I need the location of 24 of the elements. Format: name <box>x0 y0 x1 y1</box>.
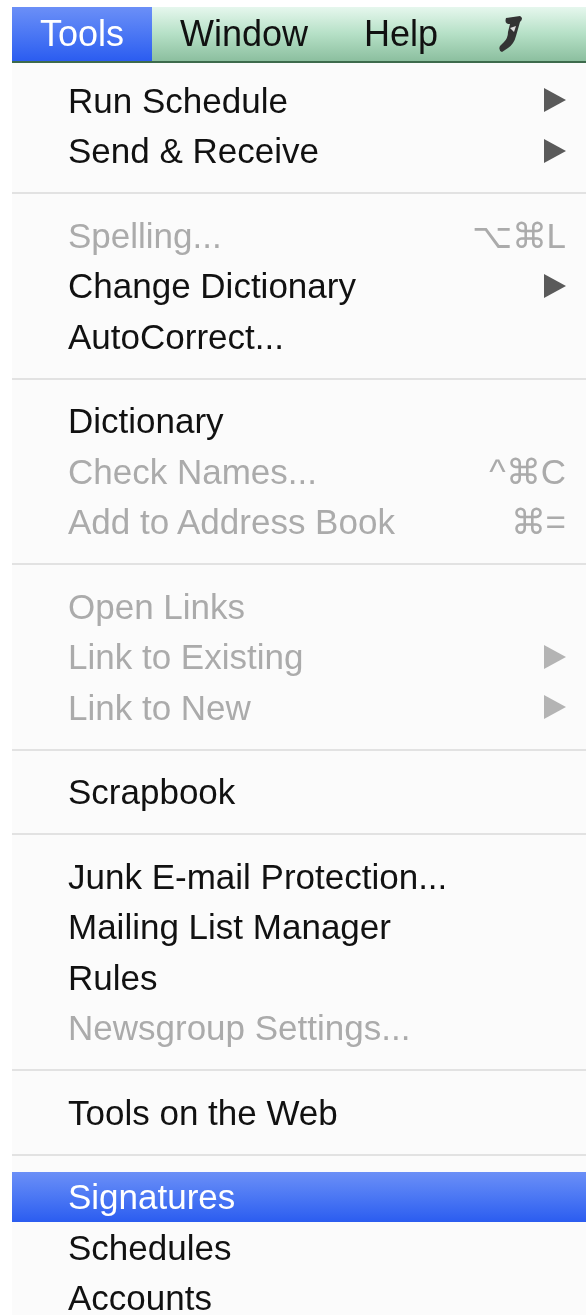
menu-item[interactable]: Junk E-mail Protection... <box>12 851 586 902</box>
menu-bar-item[interactable]: Tools <box>12 7 153 61</box>
menu-item[interactable]: Accounts <box>12 1272 586 1315</box>
submenu-arrow-icon <box>544 88 566 113</box>
menu-bar-item[interactable]: Help <box>336 7 467 61</box>
keyboard-shortcut: ⌥⌘L <box>471 217 566 253</box>
menu-item[interactable]: AutoCorrect... <box>12 311 586 362</box>
menu-item[interactable]: Mailing List Manager <box>12 901 586 952</box>
submenu-arrow-icon <box>544 138 566 163</box>
menu-item[interactable]: Signatures <box>12 1171 586 1222</box>
menu-item[interactable]: Schedules <box>12 1222 586 1273</box>
submenu-arrow-icon <box>544 644 566 669</box>
menu-item[interactable]: Scrapbook <box>12 766 586 817</box>
keyboard-shortcut: ⌘= <box>510 504 566 540</box>
keyboard-shortcut: ^⌘C <box>489 453 566 489</box>
menu-item[interactable]: Change Dictionary <box>12 260 586 311</box>
menu-item[interactable]: Send & Receive <box>12 125 586 176</box>
menu-bar-item[interactable]: Window <box>152 7 337 61</box>
submenu-arrow-icon <box>544 695 566 720</box>
menu-item[interactable]: Run Schedule <box>12 75 586 126</box>
menu-item[interactable]: Dictionary <box>12 395 586 446</box>
menu-item[interactable]: Rules <box>12 952 586 1003</box>
menu-item[interactable]: Tools on the Web <box>12 1087 586 1138</box>
submenu-arrow-icon <box>544 273 566 298</box>
